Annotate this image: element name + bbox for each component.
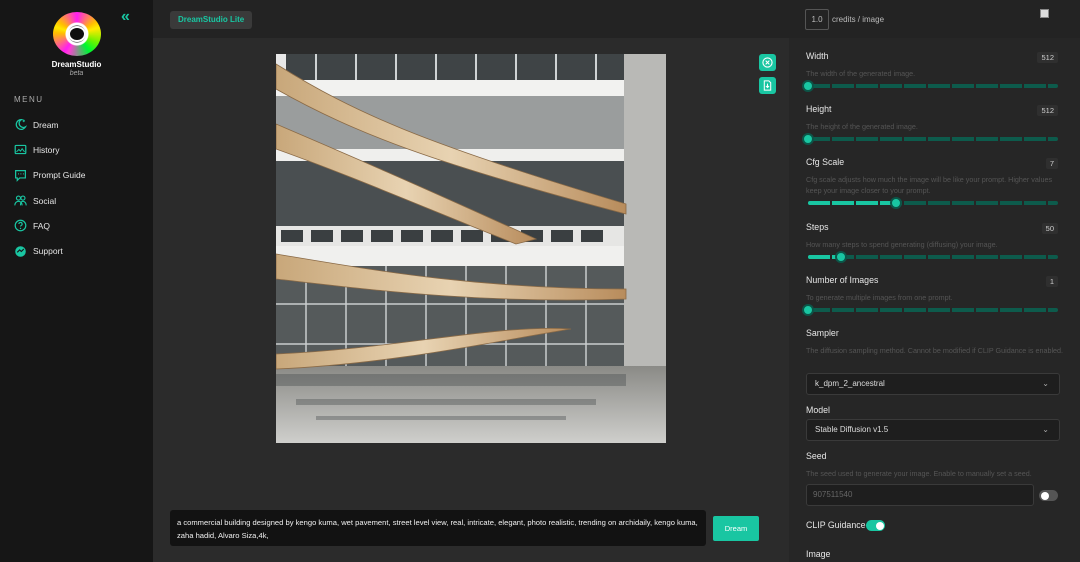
sampler-label: Sampler	[806, 328, 839, 338]
width-label: Width	[806, 51, 829, 61]
download-icon	[763, 80, 772, 91]
sidebar-item-label: Dream	[33, 119, 59, 130]
clip-guidance-label: CLIP Guidance	[806, 520, 866, 530]
sidebar-item-faq[interactable]: FAQ	[14, 213, 149, 238]
seed-toggle[interactable]	[1039, 490, 1058, 501]
cfg-scale-label: Cfg Scale	[806, 157, 845, 167]
number-of-images-description: To generate multiple images from one pro…	[806, 293, 953, 302]
cfg-scale-slider[interactable]	[808, 197, 1058, 209]
sidebar-item-label: Prompt Guide	[33, 170, 86, 181]
model-select[interactable]: Stable Diffusion v1.5 ⌄	[806, 419, 1060, 441]
width-description: The width of the generated image.	[806, 69, 916, 78]
credits-label: credits / image	[832, 15, 885, 24]
prompt-guide-icon	[14, 169, 27, 182]
sampler-select[interactable]: k_dpm_2_ancestral ⌄	[806, 373, 1060, 395]
dreamstudio-lite-badge: DreamStudio Lite	[170, 11, 253, 29]
history-icon	[14, 143, 27, 156]
faq-icon	[14, 219, 27, 232]
building-illustration	[276, 54, 666, 443]
close-image-button[interactable]	[759, 54, 776, 71]
image-label: Image	[806, 549, 831, 559]
sidebar-item-social[interactable]: Social	[14, 188, 149, 213]
prompt-input[interactable]: a commercial building designed by kengo …	[170, 510, 706, 546]
width-value: 512	[1037, 52, 1058, 63]
toggle-knob	[1040, 491, 1049, 500]
slider-thumb[interactable]	[802, 133, 814, 145]
generated-image[interactable]	[276, 54, 666, 443]
slider-thumb[interactable]	[889, 197, 902, 209]
sidebar-item-support[interactable]: Support	[14, 238, 149, 263]
slider-thumb[interactable]	[802, 304, 814, 316]
seed-label: Seed	[806, 451, 827, 461]
top-bar	[153, 0, 1080, 38]
sidebar-item-dream[interactable]: Dream	[14, 112, 149, 137]
toggle-knob	[875, 521, 884, 530]
download-image-button[interactable]	[759, 77, 776, 94]
sidebar-item-label: Support	[33, 246, 63, 257]
dreamstudio-logo[interactable]	[53, 12, 101, 56]
height-value: 512	[1037, 105, 1058, 116]
steps-label: Steps	[806, 222, 829, 232]
support-icon	[14, 245, 27, 258]
social-icon	[14, 194, 27, 207]
profile-image-icon[interactable]	[1040, 9, 1049, 18]
number-of-images-value: 1	[1045, 276, 1058, 287]
height-label: Height	[806, 104, 832, 114]
slider-thumb[interactable]	[834, 251, 847, 263]
seed-input[interactable]: 907511540	[806, 484, 1034, 506]
steps-description: How many steps to spend generating (diff…	[806, 240, 998, 249]
number-of-images-label: Number of Images	[806, 275, 879, 285]
dreamstudio-app: DreamStudio beta « MENU Dream History Pr…	[0, 0, 1080, 562]
model-label: Model	[806, 405, 830, 415]
chevron-down-icon: ⌄	[1042, 379, 1049, 388]
menu-title: MENU	[14, 95, 44, 104]
brand-name: DreamStudio	[51, 60, 102, 69]
steps-value: 50	[1041, 223, 1058, 234]
width-slider[interactable]	[802, 80, 1058, 92]
sidebar-item-prompt-guide[interactable]: Prompt Guide	[14, 163, 149, 188]
sampler-description: The diffusion sampling method. Cannot be…	[806, 346, 1064, 355]
sidebar-item-label: History	[33, 144, 60, 155]
dream-button[interactable]: Dream	[713, 516, 759, 541]
sidebar-item-label: FAQ	[33, 220, 51, 231]
clip-guidance-toggle[interactable]	[866, 520, 885, 531]
chevron-down-icon: ⌄	[1042, 425, 1049, 434]
steps-slider[interactable]	[808, 251, 1058, 263]
dream-icon	[14, 118, 27, 131]
cfg-scale-value: 7	[1045, 158, 1058, 169]
sidebar-nav: Dream History Prompt Guide Social FAQ Su…	[14, 112, 149, 264]
cfg-scale-description: Cfg scale adjusts how much the image wil…	[806, 175, 1053, 195]
sampler-selected-value: k_dpm_2_ancestral	[815, 379, 885, 388]
height-description: The height of the generated image.	[806, 122, 918, 131]
sidebar-item-label: Social	[33, 195, 57, 206]
seed-description: The seed used to generate your image. En…	[806, 469, 1032, 478]
sidebar: DreamStudio beta « MENU Dream History Pr…	[0, 0, 153, 562]
sidebar-item-history[interactable]: History	[14, 137, 149, 162]
height-slider[interactable]	[802, 133, 1058, 145]
collapse-sidebar-icon[interactable]: «	[121, 9, 137, 25]
close-icon	[762, 57, 773, 68]
number-of-images-slider[interactable]	[802, 304, 1058, 316]
brand-subtitle: beta	[69, 70, 84, 77]
model-selected-value: Stable Diffusion v1.5	[815, 425, 889, 434]
slider-thumb[interactable]	[802, 80, 814, 92]
credits-value: 1.0	[805, 9, 829, 30]
